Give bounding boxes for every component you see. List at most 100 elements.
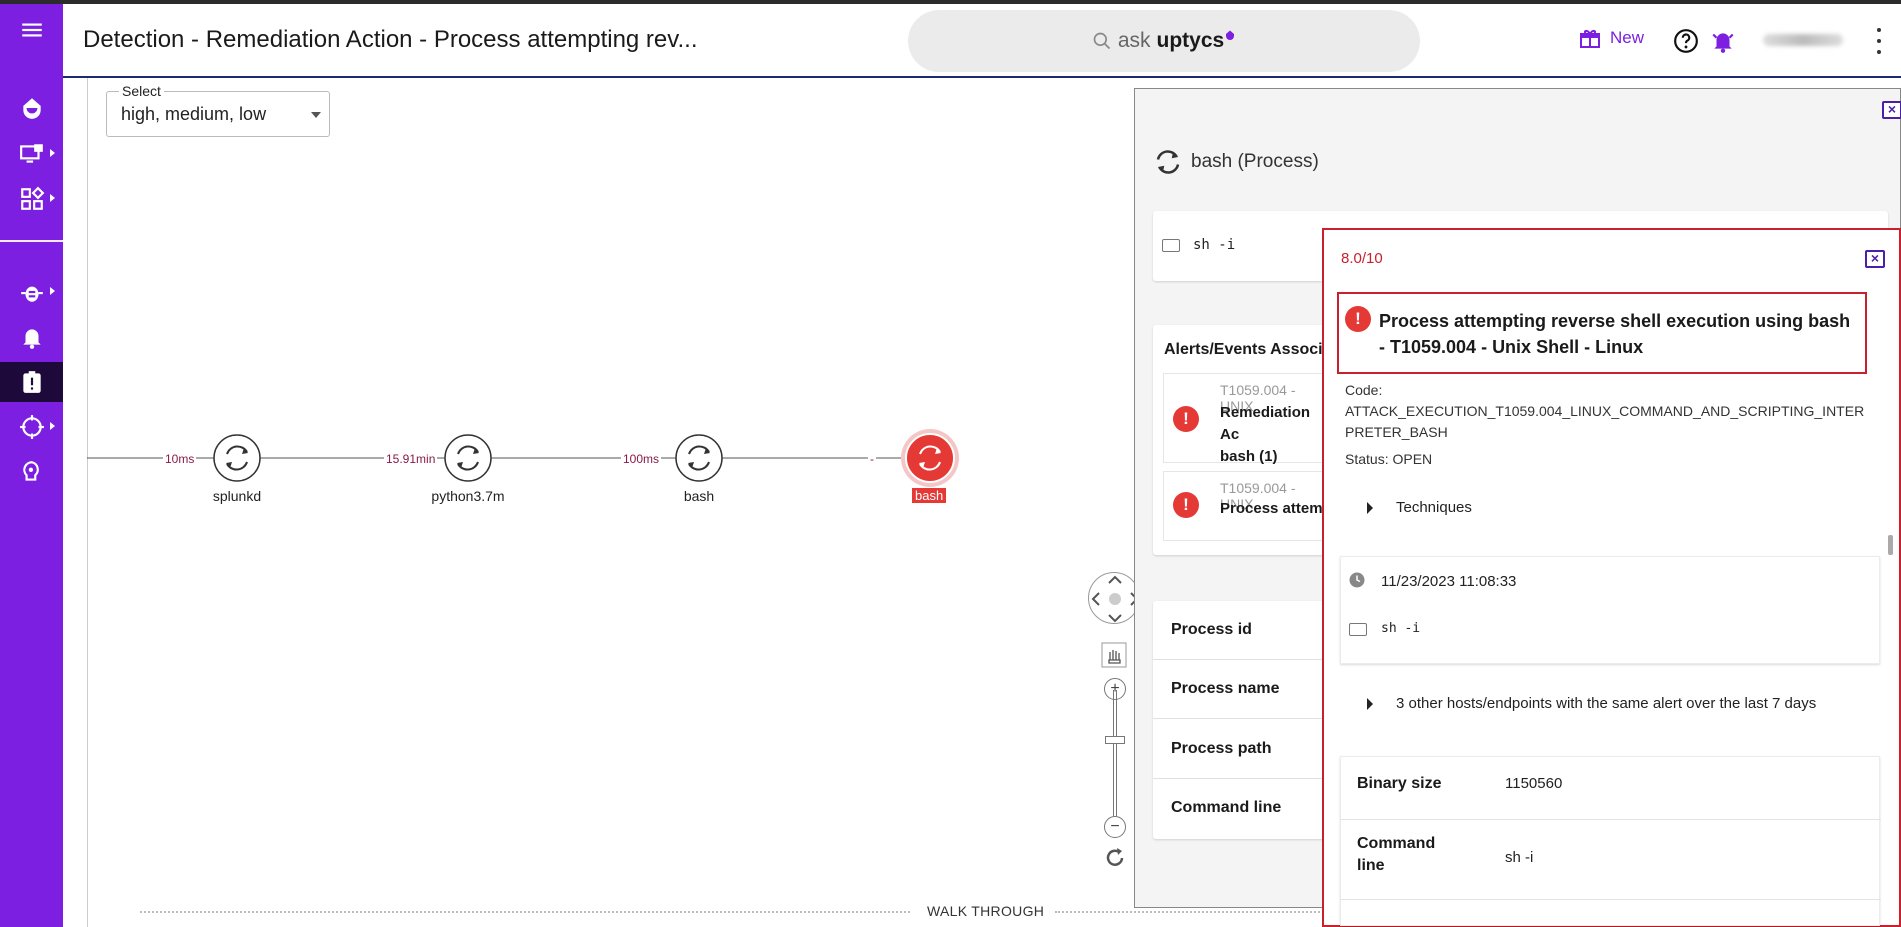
assets-icon [19,141,45,167]
sidebar-item-investigate[interactable] [0,407,63,447]
new-label: New [1610,28,1644,48]
alert-title-line: bash (1) [1220,446,1332,468]
target-icon [19,414,45,440]
graph-node-splunkd[interactable] [214,435,260,481]
node-label-selected: bash [912,488,946,503]
risk-score: 8.0/10 [1341,250,1383,267]
alert-list-item[interactable]: ! T1059.004 - UNIX Process attemp [1163,471,1333,541]
close-popup-button[interactable]: × [1865,250,1885,268]
graph-node-python[interactable] [445,435,491,481]
row-divider [1153,778,1323,779]
alerts-bell-icon [19,324,45,350]
edge-label: 15.91min [384,452,437,466]
other-hosts-expander[interactable]: 3 other hosts/endpoints with the same al… [1340,676,1880,732]
edge-label: - [868,452,876,466]
alert-error-icon: ! [1345,306,1371,332]
alert-code-block: Code: ATTACK_EXECUTION_T1059.004_LINUX_C… [1345,380,1865,470]
alert-title: Process attemp [1220,500,1332,517]
alert-error-icon: ! [1173,406,1199,432]
event-command: sh -i [1381,621,1420,636]
sidebar-item-home[interactable] [0,88,63,128]
reset-view-icon[interactable] [1103,846,1127,870]
close-panel-button[interactable]: × [1882,101,1901,119]
zoom-out-button[interactable]: − [1104,816,1126,838]
code-label: Code: [1345,380,1865,401]
sidebar-item-assets[interactable] [0,134,63,174]
hamburger-menu-button[interactable] [0,10,63,50]
keyboard-icon [1162,239,1180,252]
chevron-right-icon [50,422,55,430]
more-options-icon[interactable] [1876,28,1882,54]
techniques-expander[interactable]: Techniques [1340,482,1880,538]
uptycs-mark-icon [1224,29,1236,41]
graph-node-bash-selected[interactable] [901,429,959,487]
edge-label: 100ms [621,452,661,466]
sidebar-item-alerts[interactable] [0,317,63,357]
sidebar-item-vulnerabilities[interactable] [0,272,63,312]
command-text: sh -i [1193,237,1235,253]
page-title: Detection - Remediation Action - Process… [83,26,698,54]
alert-title-line: Remediation Ac [1220,402,1332,446]
search-brand: uptycs [1157,29,1225,53]
whats-new-button[interactable]: New [1578,26,1644,50]
insights-icon [19,459,45,485]
chevron-down-icon [311,112,321,118]
severity-select-label: Select [119,83,164,99]
severity-select[interactable]: Select high, medium, low [106,91,330,137]
zoom-slider-thumb[interactable] [1105,736,1125,744]
node-label: splunkd [177,488,297,504]
hamburger-icon [19,17,45,43]
dashboard-grid-icon [19,186,45,212]
property-label: Process name [1171,680,1280,698]
code-value: ATTACK_EXECUTION_T1059.004_LINUX_COMMAND… [1345,401,1865,443]
expand-caret-icon [1367,698,1373,710]
event-timestamp: 11/23/2023 11:08:33 [1381,573,1516,590]
edge-label: 10ms [163,452,196,466]
ask-uptycs-search[interactable]: ask uptycs [908,10,1420,72]
bug-icon [19,279,45,305]
process-icon [1153,147,1183,177]
chevron-right-icon [50,149,55,157]
app-header: Detection - Remediation Action - Process… [63,4,1901,78]
hand-pan-icon[interactable] [1101,642,1127,668]
alert-title: Remediation Ac bash (1) [1220,402,1332,468]
property-label: Process path [1171,740,1271,758]
help-icon[interactable] [1673,28,1699,54]
popup-scrollbar[interactable] [1888,535,1893,555]
notification-bell-icon[interactable] [1710,28,1736,54]
event-card: 11/23/2023 11:08:33 sh -i [1340,556,1880,664]
techniques-label: Techniques [1396,499,1472,516]
alert-details-table: Binary size 1150560 Command line sh -i [1340,756,1880,926]
sidebar-divider [0,240,63,242]
gift-icon [1578,26,1602,50]
detail-key: Binary size [1357,773,1441,795]
zoom-slider-track[interactable] [1113,690,1117,820]
alert-title-box: ! Process attempting reverse shell execu… [1337,292,1867,374]
walk-through-label[interactable]: WALK THROUGH [927,903,1044,919]
property-label: Process id [1171,621,1252,639]
sidebar [0,4,63,927]
detections-icon [19,369,45,395]
sidebar-item-dashboards[interactable] [0,179,63,219]
sidebar-item-detections[interactable] [0,362,63,402]
uptycs-logo-icon [19,95,45,121]
alert-error-icon: ! [1173,492,1199,518]
node-label: python3.7m [408,488,528,504]
keyboard-icon [1349,623,1367,636]
canvas-divider [87,78,88,927]
property-label: Command line [1171,799,1281,817]
alert-status: Status: OPEN [1345,449,1865,470]
graph-node-bash[interactable] [676,435,722,481]
detail-value: 1150560 [1505,775,1562,792]
user-account-menu[interactable] [1763,34,1843,46]
sidebar-item-insights[interactable] [0,452,63,492]
clock-icon [1348,571,1366,589]
alerts-events-heading: Alerts/Events Associ [1164,341,1323,359]
search-prefix: ask [1118,29,1151,53]
row-divider [1153,659,1323,660]
pan-control[interactable] [1088,572,1140,624]
alert-detail-popup: 8.0/10 × ! Process attempting reverse sh… [1322,228,1901,927]
process-title-text: bash (Process) [1191,151,1319,173]
alert-list-item[interactable]: ! T1059.004 - UNIX Remediation Ac bash (… [1163,373,1333,463]
other-hosts-label: 3 other hosts/endpoints with the same al… [1396,695,1816,712]
